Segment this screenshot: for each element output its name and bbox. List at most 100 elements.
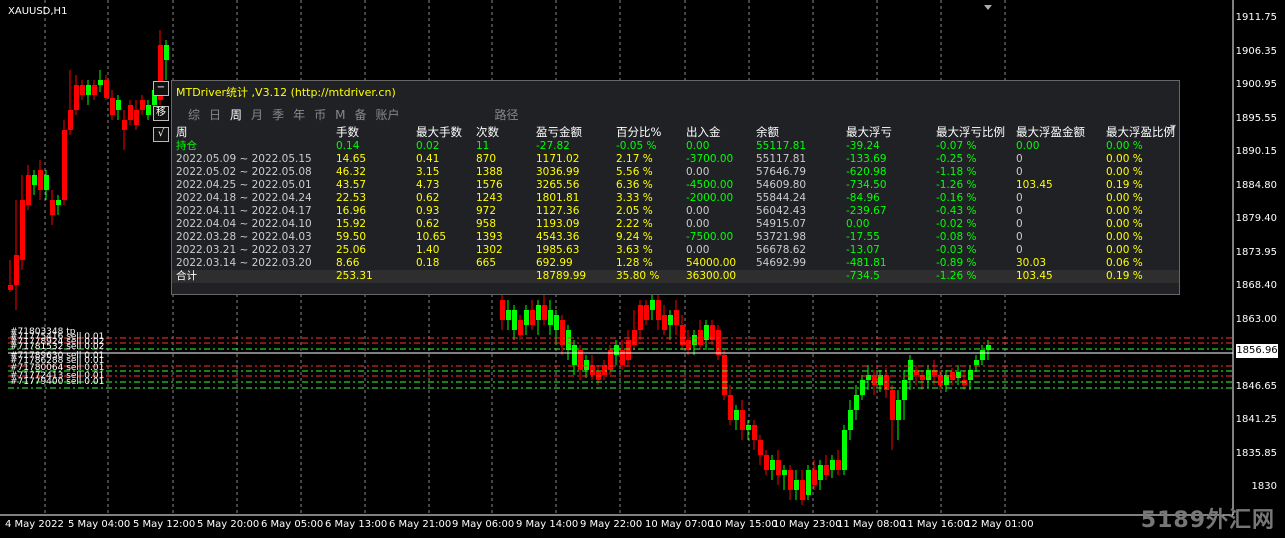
tab-3[interactable]: 月	[251, 108, 263, 122]
time-tick-label: 10 May 15:00	[709, 519, 778, 530]
table-cell: -0.05 %	[616, 140, 657, 152]
table-row: 2022.05.02 ~ 2022.05.08 46.32 3.15 1388 3036…	[172, 166, 1179, 179]
candle-body	[650, 300, 655, 310]
table-cell: -27.82	[536, 140, 570, 152]
table-cell: 253.31	[332, 270, 412, 283]
price-tick-label: 1911.75	[1235, 12, 1277, 23]
time-tick-label: 5 May 12:00	[133, 519, 196, 530]
table-row: 合计 253.31 18789.99 35.80 % 36300.00 -734.5 -1.…	[172, 270, 1179, 283]
column-header[interactable]: 出入金	[682, 125, 752, 140]
table-cell: 2022.03.14 ~ 2022.03.20	[176, 257, 312, 269]
tab-7[interactable]: M	[335, 108, 345, 122]
column-header[interactable]: 手数	[332, 125, 412, 140]
candle-body	[56, 200, 61, 205]
table-cell: 0.00	[686, 218, 710, 230]
candle-body	[50, 200, 55, 215]
column-header[interactable]: 周	[172, 125, 332, 140]
table-cell: 55117.81	[756, 153, 807, 165]
table-cell: 2.17 %	[616, 153, 653, 165]
table-cell: 0.41	[416, 153, 440, 165]
candle-body	[746, 425, 751, 430]
candle-body	[92, 85, 97, 95]
table-cell: 53721.98	[756, 231, 807, 243]
table-cell: 1243	[476, 192, 503, 204]
table-cell: 3265.56	[536, 179, 580, 191]
table-cell: -2000.00	[686, 192, 734, 204]
tab-1[interactable]: 日	[209, 108, 221, 122]
tab-2[interactable]: 周	[230, 108, 242, 122]
table-cell: 56678.62	[756, 244, 807, 256]
table-cell: 665	[476, 257, 497, 269]
price-tick-label: 1895.55	[1235, 112, 1277, 124]
candle-body	[812, 470, 817, 485]
move-button[interactable]: 移	[153, 106, 169, 121]
column-header[interactable]: 最大浮盈金额	[1012, 125, 1102, 140]
table-cell: 1.28 %	[616, 257, 653, 269]
tab-9[interactable]: 账户	[375, 108, 399, 122]
table-cell: 6.36 %	[616, 179, 653, 191]
column-header[interactable]: 最大手数	[412, 125, 472, 140]
column-header[interactable]: 盈亏金额	[532, 125, 612, 140]
table-cell: 0.06 %	[1106, 257, 1143, 269]
candle-body	[86, 85, 91, 95]
table-cell: -39.24	[846, 140, 880, 152]
tab-5[interactable]: 年	[293, 108, 305, 122]
table-cell: 14.65	[336, 153, 367, 165]
table-cell: 2.22 %	[616, 218, 653, 230]
candle-body	[890, 390, 895, 420]
candle-body	[542, 305, 547, 320]
table-row: 2022.04.04 ~ 2022.04.10 15.92 0.62 958 1193.…	[172, 218, 1179, 231]
table-cell: 18789.99	[532, 270, 612, 283]
time-tick-label: 11 May 08:00	[837, 519, 906, 530]
table-cell: 0	[1016, 218, 1023, 230]
table-cell: 0.00	[686, 140, 710, 152]
table-cell: 0.00 %	[1106, 192, 1143, 204]
table-cell: -734.5	[842, 270, 932, 283]
table-cell: 3.63 %	[616, 244, 653, 256]
tab-4[interactable]: 季	[272, 108, 284, 122]
candle-body	[512, 310, 517, 330]
column-header[interactable]: 余额	[752, 125, 842, 140]
table-cell: 2022.04.18 ~ 2022.04.24	[176, 192, 312, 204]
table-cell: -13.07	[846, 244, 880, 256]
table-cell: 2022.04.25 ~ 2022.05.01	[176, 179, 312, 191]
table-cell: 0.00 %	[1106, 244, 1143, 256]
table-cell: -481.81	[846, 257, 887, 269]
candle-body	[80, 85, 85, 95]
candle-body	[116, 100, 121, 110]
confirm-button[interactable]: √	[153, 127, 169, 142]
table-cell: 46.32	[336, 166, 367, 178]
price-tick-label: 1884.80	[1235, 179, 1277, 191]
table-cell: 57646.79	[756, 166, 807, 178]
tab-8[interactable]: 备	[354, 108, 366, 122]
column-header[interactable]: 百分比%	[612, 125, 682, 140]
column-header[interactable]: 最大浮亏比例	[932, 125, 1012, 140]
table-cell: -620.98	[846, 166, 887, 178]
table-cell: 0.62	[416, 218, 440, 230]
candle-body	[536, 305, 541, 320]
candle-body	[896, 400, 901, 420]
column-header[interactable]: 次数	[472, 125, 532, 140]
candle-body	[824, 465, 829, 475]
price-tick-label: 1846.65	[1235, 380, 1277, 392]
candle-body	[764, 455, 769, 470]
candle-body	[68, 110, 73, 130]
table-cell: 11	[476, 140, 490, 152]
candle-body	[788, 470, 793, 490]
tab-0[interactable]: 综	[188, 108, 200, 122]
table-cell: 16.96	[336, 205, 367, 217]
table-cell: 15.92	[336, 218, 367, 230]
table-cell: 692.99	[536, 257, 573, 269]
price-tick-label: 1830	[1251, 481, 1277, 492]
candle-body	[44, 175, 49, 190]
table-cell: 0.00 %	[1106, 218, 1143, 230]
column-header[interactable]: 最大浮盈比例	[1102, 125, 1179, 140]
minimize-button[interactable]: −	[153, 81, 169, 96]
shift-marker-icon	[984, 5, 992, 10]
candle-body	[140, 100, 145, 110]
tab-route[interactable]: 路径	[495, 108, 519, 122]
column-header[interactable]: 最大浮亏	[842, 125, 932, 140]
tab-6[interactable]: 币	[314, 108, 326, 122]
table-cell: 958	[476, 218, 497, 230]
table-cell: 0.00	[686, 166, 710, 178]
